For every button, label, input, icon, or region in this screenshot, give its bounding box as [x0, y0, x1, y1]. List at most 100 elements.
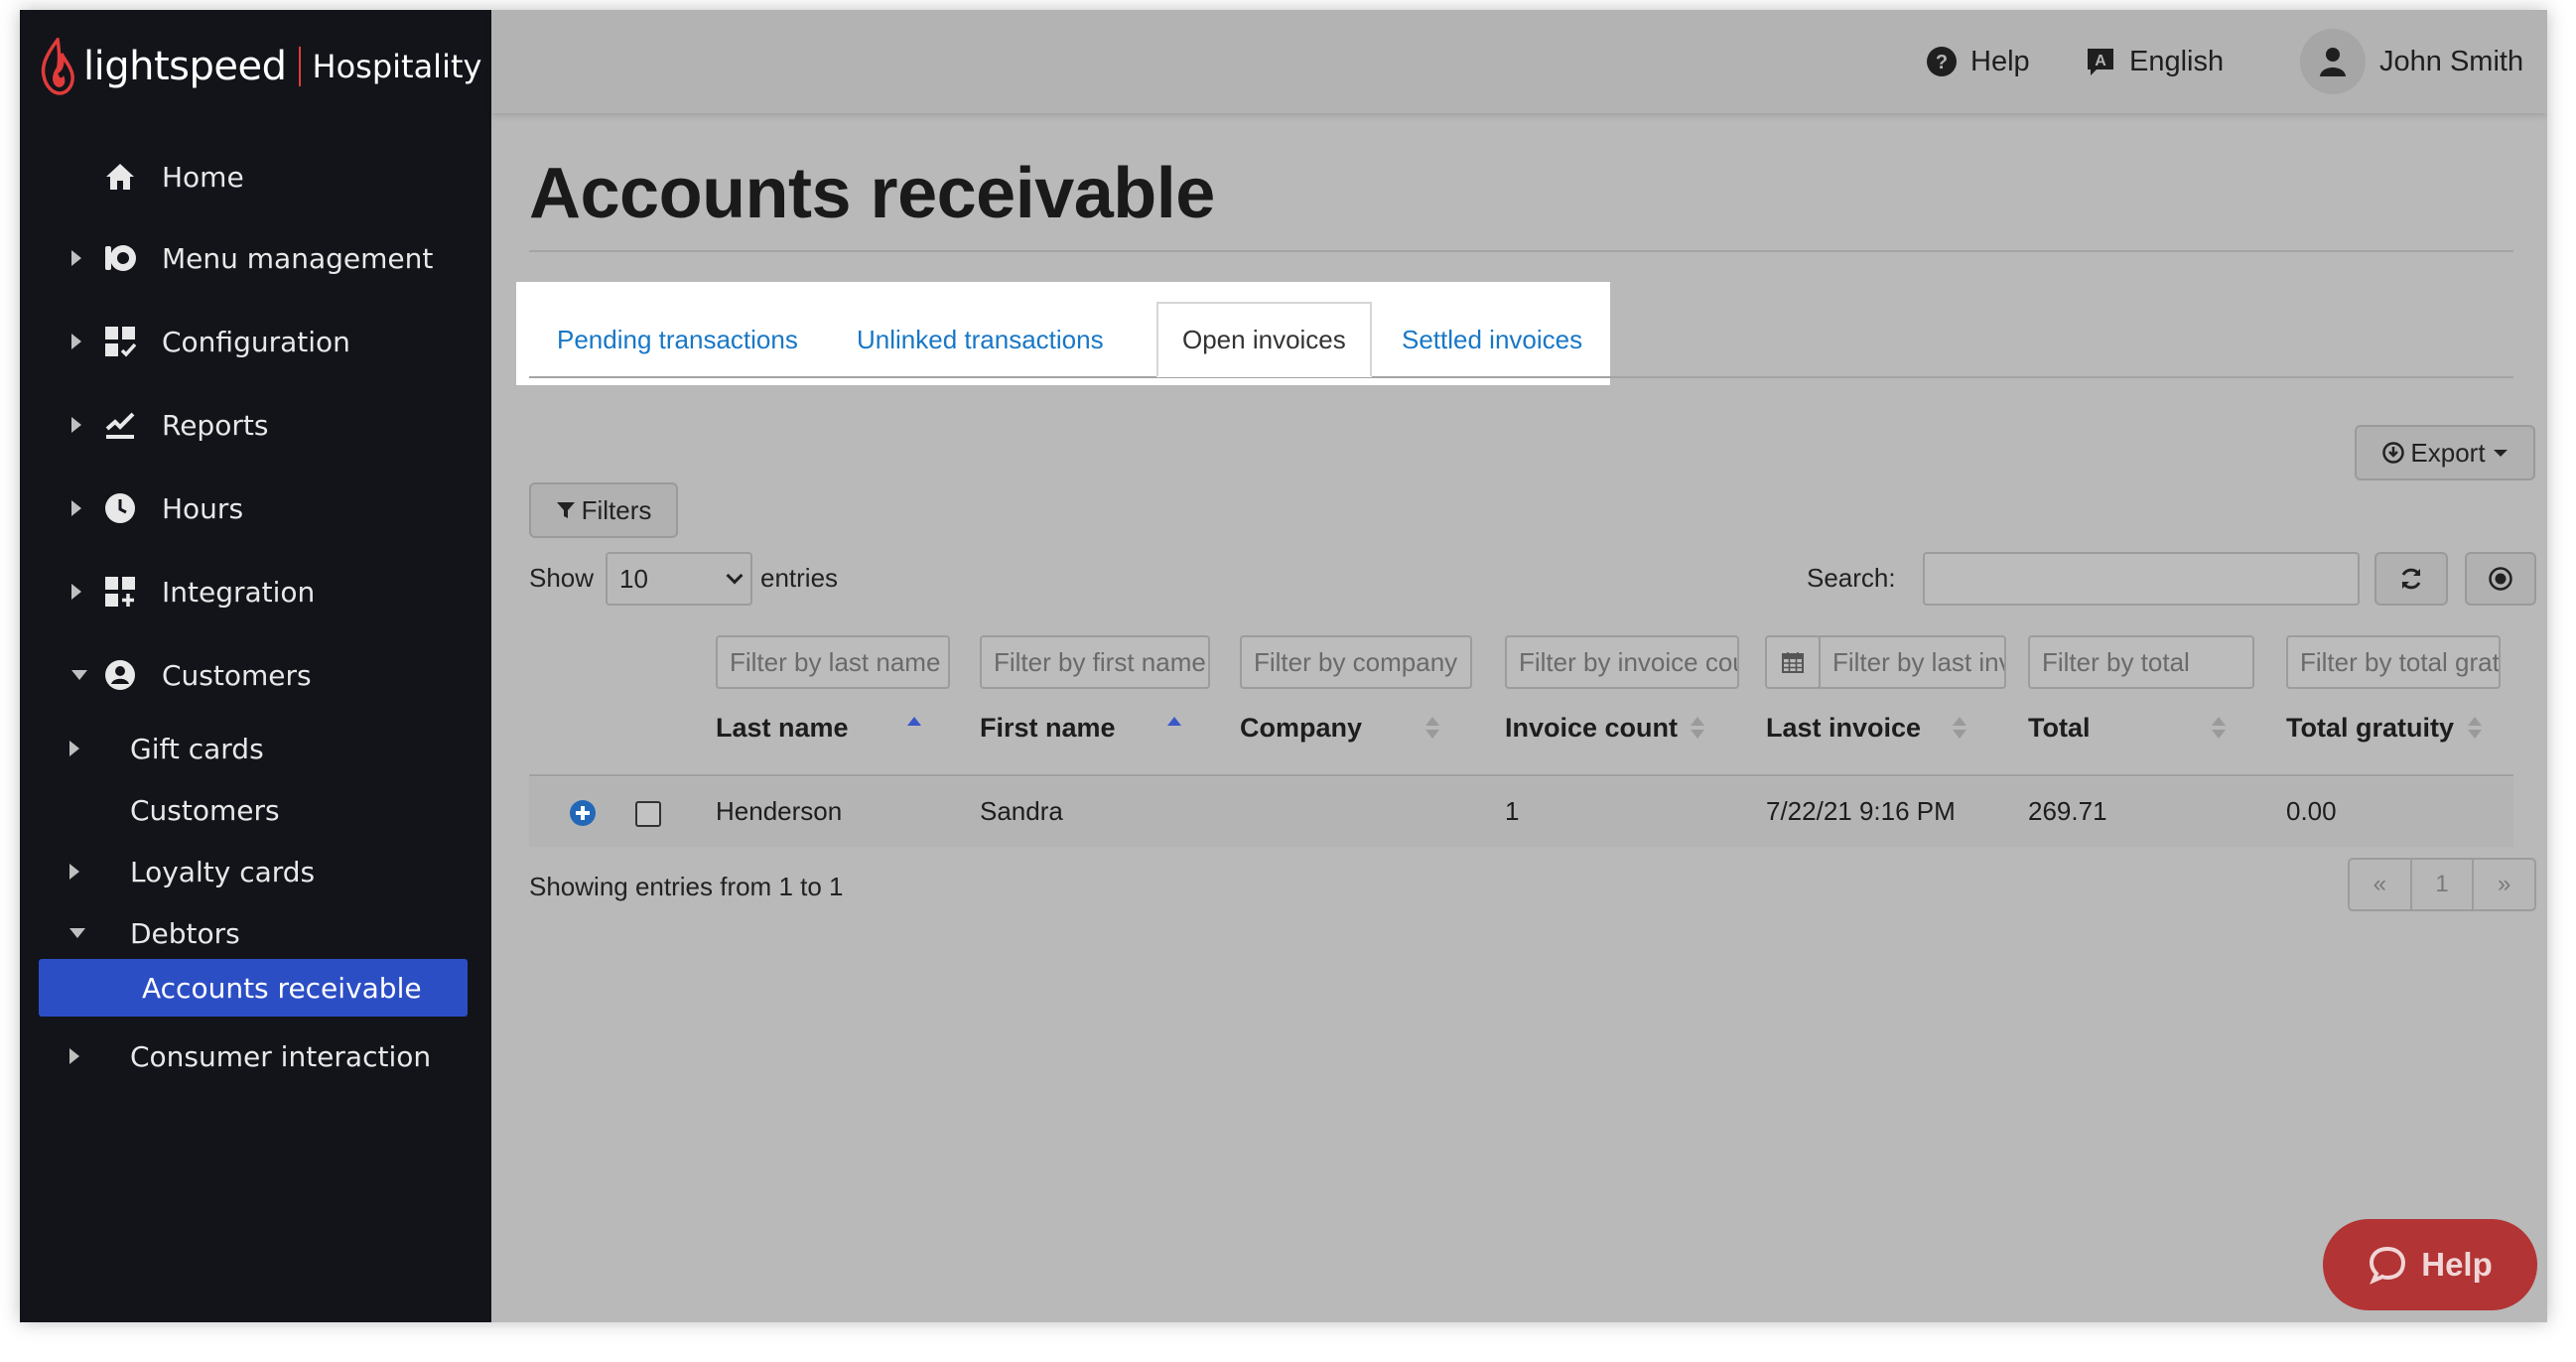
sidebar-item-customers[interactable]: Customers: [20, 643, 491, 707]
sidebar-item-consumer-interaction[interactable]: Consumer interaction: [20, 1024, 491, 1088]
svg-text:?: ?: [1936, 52, 1948, 73]
cell-last-invoice: 7/22/21 9:16 PM: [1766, 796, 1956, 826]
sidebar-item-label: Hours: [162, 491, 244, 525]
home-icon: [103, 160, 137, 194]
language-icon: A: [2084, 45, 2117, 78]
sort-icon[interactable]: [2212, 717, 2226, 745]
sidebar-item-home[interactable]: Home: [20, 145, 491, 208]
sidebar-item-menu-management[interactable]: Menu management: [20, 226, 491, 290]
sidebar-item-debtors[interactable]: Debtors: [20, 901, 491, 965]
entries-label: entries: [760, 563, 839, 593]
expand-row-icon[interactable]: [569, 799, 597, 827]
cell-last-name: Henderson: [716, 796, 843, 826]
main-content: Accounts receivable Pending transactions…: [491, 113, 2547, 1322]
expand-caret-icon[interactable]: [71, 250, 81, 266]
cell-invoice-count: 1: [1505, 796, 1520, 826]
user-name: John Smith: [2379, 45, 2524, 77]
sort-icon[interactable]: [1691, 717, 1704, 745]
sidebar-item-label: Consumer interaction: [130, 1039, 432, 1073]
filters-button[interactable]: Filters: [529, 482, 678, 538]
column-header-company[interactable]: Company: [1240, 713, 1362, 744]
tab-settled-invoices[interactable]: Settled invoices: [1402, 302, 1582, 377]
sidebar-item-integration[interactable]: Integration: [20, 560, 491, 623]
help-link[interactable]: ? Help: [1925, 10, 2030, 113]
sort-icon[interactable]: [1425, 717, 1439, 745]
filter-first-name[interactable]: Filter by first name: [980, 635, 1210, 689]
sidebar-item-label: Configuration: [162, 325, 350, 358]
page-title: Accounts receivable: [529, 154, 1215, 233]
filters-label: Filters: [581, 494, 652, 525]
sort-ascending-icon[interactable]: [1167, 717, 1181, 745]
filter-total-gratuity[interactable]: Filter by total gratuity: [2286, 635, 2501, 689]
calendar-button[interactable]: [1765, 635, 1821, 689]
table-header-divider: [529, 774, 2513, 776]
sidebar-item-hours[interactable]: Hours: [20, 477, 491, 540]
expand-caret-icon[interactable]: [71, 334, 81, 349]
filter-total[interactable]: Filter by total: [2028, 635, 2254, 689]
pagination-prev[interactable]: «: [2350, 860, 2412, 909]
tab-open-invoices[interactable]: Open invoices: [1156, 302, 1372, 377]
calendar-icon: [1782, 652, 1804, 673]
avatar: [2300, 29, 2366, 94]
sidebar-item-gift-cards[interactable]: Gift cards: [20, 717, 491, 780]
filter-last-invoice[interactable]: Filter by last invoice: [1819, 635, 2006, 689]
menu-management-icon: [103, 241, 137, 275]
sidebar-item-accounts-receivable[interactable]: Accounts receivable: [39, 959, 468, 1017]
brand-logo[interactable]: lightspeed Hospitality: [38, 30, 481, 103]
chevron-down-icon: [726, 567, 744, 585]
expand-caret-icon[interactable]: [69, 1048, 79, 1064]
tab-unlinked-transactions[interactable]: Unlinked transactions: [857, 302, 1104, 377]
sidebar-item-label: Customers: [130, 793, 280, 827]
filter-last-name[interactable]: Filter by last name: [716, 635, 950, 689]
filter-company[interactable]: Filter by company: [1240, 635, 1472, 689]
sidebar-item-customers-list[interactable]: Customers: [20, 778, 491, 842]
configuration-icon: [103, 325, 137, 358]
sort-ascending-icon[interactable]: [907, 717, 921, 745]
help-chat-button[interactable]: Help: [2323, 1219, 2537, 1310]
expand-caret-icon[interactable]: [71, 500, 81, 516]
column-header-total-gratuity[interactable]: Total gratuity: [2286, 713, 2454, 744]
export-label: Export: [2410, 437, 2486, 468]
column-header-last-name[interactable]: Last name: [716, 713, 849, 744]
sidebar-item-reports[interactable]: Reports: [20, 393, 491, 457]
column-header-first-name[interactable]: First name: [980, 713, 1116, 744]
column-header-total[interactable]: Total: [2028, 713, 2091, 744]
filter-invoice-count[interactable]: Filter by invoice count: [1505, 635, 1739, 689]
column-header-last-invoice[interactable]: Last invoice: [1766, 713, 1921, 744]
clear-filters-button[interactable]: [2465, 552, 2536, 606]
language-selector[interactable]: A English: [2084, 10, 2224, 113]
sort-icon[interactable]: [2468, 717, 2482, 745]
refresh-button[interactable]: [2374, 552, 2448, 606]
cell-total-gratuity: 0.00: [2286, 796, 2337, 826]
expand-caret-icon[interactable]: [69, 864, 79, 880]
download-circle-icon: [2382, 442, 2405, 464]
expand-caret-icon[interactable]: [71, 417, 81, 433]
entries-select[interactable]: 10: [606, 552, 752, 606]
entries-value: 10: [619, 563, 648, 594]
sidebar-item-label: Reports: [162, 408, 269, 442]
cell-total: 269.71: [2028, 796, 2107, 826]
collapse-caret-icon[interactable]: [71, 670, 87, 680]
sidebar-item-loyalty-cards[interactable]: Loyalty cards: [20, 840, 491, 903]
expand-caret-icon[interactable]: [69, 741, 79, 756]
svg-text:A: A: [2095, 53, 2106, 69]
integration-icon: [103, 575, 137, 609]
expand-caret-icon[interactable]: [71, 584, 81, 600]
pagination-page[interactable]: 1: [2412, 860, 2475, 909]
tab-pending-transactions[interactable]: Pending transactions: [557, 302, 798, 377]
chat-bubble-icon: [2368, 1245, 2407, 1285]
row-checkbox[interactable]: [635, 801, 661, 827]
column-header-invoice-count[interactable]: Invoice count: [1505, 713, 1678, 744]
sort-icon[interactable]: [1953, 717, 1966, 745]
sidebar-item-label: Accounts receivable: [142, 971, 422, 1005]
export-button[interactable]: Export: [2355, 425, 2535, 480]
pagination-next[interactable]: »: [2474, 860, 2534, 909]
sidebar-item-configuration[interactable]: Configuration: [20, 310, 491, 373]
top-header: ? Help A English John Smith: [491, 10, 2547, 113]
collapse-caret-icon[interactable]: [69, 928, 85, 938]
title-divider: [529, 250, 2513, 252]
user-menu[interactable]: John Smith: [2300, 10, 2523, 113]
lightspeed-flame-icon: [41, 38, 74, 95]
search-input[interactable]: [1923, 552, 2360, 606]
brand-product: Hospitality: [312, 48, 482, 85]
